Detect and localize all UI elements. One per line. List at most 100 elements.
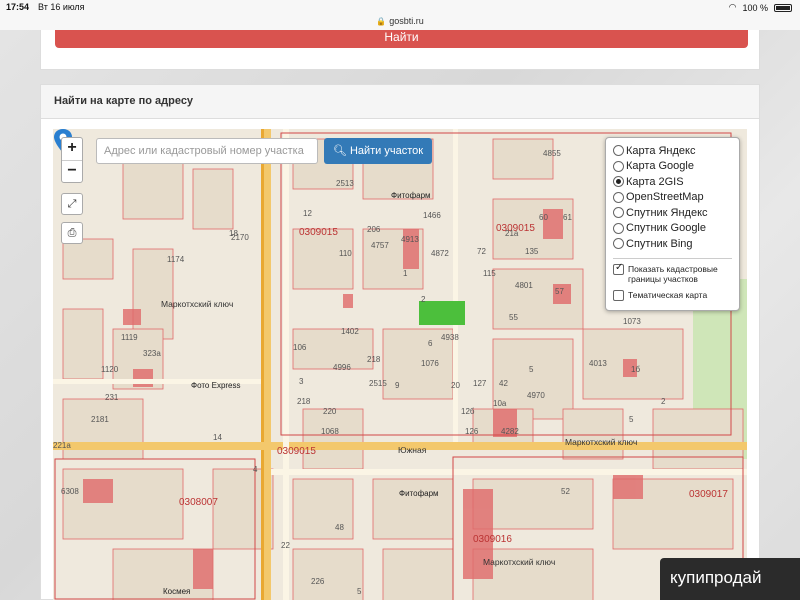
parcel-number: 4913 [401,235,419,244]
parcel-number: 1120 [101,365,119,374]
parcel-number: 4872 [431,249,449,258]
parcel-number: 6 [428,339,433,348]
parcel-number: 135 [525,247,539,256]
address-bar[interactable]: 🔒 gosbti.ru [0,16,800,30]
parcel-number: 226 [311,577,325,586]
wifi-icon: ◠ [728,2,737,12]
parcel-number: 10а [493,399,507,408]
layer-option[interactable]: Карта Яндекс [613,143,732,159]
parcel-number: 4855 [543,149,561,158]
status-date: Вт 16 июля [38,2,85,12]
quarter-label: 0309017 [689,489,728,500]
radio-button[interactable] [613,222,624,234]
parcel-number: 1б [631,365,641,374]
parcel-number: 12б [461,407,475,416]
parcel-number: 2515 [369,379,387,388]
map-view[interactable]: 0309015 0309015 0309015 0308007 0309016 … [53,129,747,600]
status-bar: 17:54 Вт 16 июля ◠ 100 % [0,0,800,16]
street-label: Маркотхский ключ [161,299,234,309]
panel-title: Найти на карте по адресу [41,85,759,119]
quarter-label: 0308007 [179,497,218,508]
zoom-out-button[interactable]: − [62,160,82,182]
parcel-number: 9 [395,381,400,390]
fullscreen-icon[interactable]: ⤢ [61,193,83,215]
poi-label: Фитофарм [399,489,439,498]
parcel-number: 48 [335,523,344,532]
parcel-number: 1 [403,269,408,278]
parcel-number: 1402 [341,327,359,336]
thematic-checkbox-row[interactable]: Тематическая карта [613,289,732,301]
parcel-number: 4757 [371,241,389,250]
lock-icon: 🔒 [376,17,387,26]
parcel-number: 2 [661,397,666,406]
zoom-control: + − [61,137,83,183]
parcel-number: 127 [473,379,487,388]
cadastral-checkbox-row[interactable]: Показать кадастровые границы участков [613,262,732,284]
parcel-number: 1466 [423,211,441,220]
parcel-number: 5 [357,587,362,596]
map-panel: Найти на карте по адресу 0309015 0309015… [40,84,760,600]
battery-label: 100 % [742,2,768,13]
parcel-number: 4 [253,465,258,474]
quarter-label: 0309015 [277,446,316,457]
radio-button[interactable] [613,238,624,250]
layer-option[interactable]: Карта Google [613,159,732,175]
parcel-number: 57 [555,287,564,296]
parcel-number: 218 [297,397,311,406]
parcel-number: 221а [53,441,71,450]
parcel-number: 42 [499,379,508,388]
parcel-number: 60 [539,213,548,222]
street-label: Маркотхский ключ [483,557,556,567]
layer-option[interactable]: Спутник Google [613,221,732,237]
parcel-number: 5 [529,365,534,374]
parcel-number: 2 [421,295,426,304]
parcel-number: 21а [505,229,519,238]
checkbox-checked[interactable] [613,262,624,275]
parcel-number: 6308 [61,487,79,496]
parcel-number: 3 [299,377,304,386]
parcel-number: 323а [143,349,161,358]
parcel-number: 4996 [333,363,351,372]
poi-label: Космея [163,587,191,596]
parcel-number: 22 [281,541,290,550]
radio-button[interactable] [613,207,624,219]
radio-button[interactable] [613,145,624,157]
parcel-number: 231 [105,393,119,402]
parcel-number: 115 [483,269,496,278]
parcel-number: 4801 [515,281,533,290]
top-card: Найти [40,30,760,70]
parcel-number: 218 [367,355,381,364]
parcel-number: 4282 [501,427,519,436]
divider [613,257,732,259]
checkbox[interactable] [613,289,624,301]
parcel-number: 4970 [527,391,545,400]
layer-option[interactable]: Карта 2GIS [613,174,732,190]
find-button[interactable]: Найти [55,30,748,48]
address-search-input[interactable]: Адрес или кадастровый номер участка [96,138,318,164]
parcel-number: 206 [367,225,381,234]
parcel-number: 1073 [623,317,641,326]
layer-option[interactable]: Спутник Bing [613,236,732,252]
radio-button-selected[interactable] [613,176,624,188]
parcel-number: 52 [561,487,570,496]
quarter-label: 0309016 [473,534,512,545]
radio-button[interactable] [613,160,624,172]
parcel-number: 1119 [121,333,138,342]
parcel-number: 1068 [321,427,339,436]
radio-button[interactable] [613,191,624,203]
poi-label: Фитофарм [391,191,431,200]
layer-option[interactable]: Спутник Яндекс [613,205,732,221]
parcel-number: 126 [465,427,479,436]
print-icon[interactable]: ⎙ [61,222,83,244]
layer-option[interactable]: OpenStreetMap [613,190,732,206]
parcel-number: 220 [323,407,337,416]
parcel-number: 1174 [167,255,185,264]
layer-switcher: Карта Яндекс Карта Google Карта 2GIS Ope… [605,137,740,311]
parcel-number: 110 [339,249,352,258]
zoom-in-button[interactable]: + [62,138,82,160]
status-time: 17:54 [6,2,30,12]
parcel-number: 4938 [441,333,459,342]
battery-icon [774,3,792,12]
find-parcel-button[interactable]: 🔍︎ Найти участок [324,138,432,164]
parcel-number: 2181 [91,415,109,424]
